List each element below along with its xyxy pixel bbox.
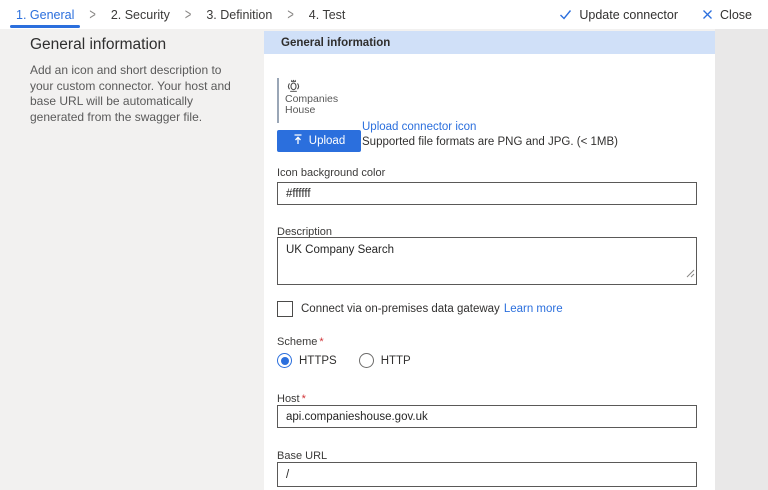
description-textarea[interactable]: UK Company Search [277,237,697,285]
right-gutter [715,29,768,490]
upload-connector-icon-link[interactable]: Upload connector icon [362,121,618,133]
description-field-wrap: UK Company Search [277,237,697,285]
required-asterisk: * [302,393,306,405]
radio-http-circle [359,353,374,368]
royal-crest-icon [285,78,302,93]
tab-definition[interactable]: 3. Definition [200,0,278,29]
base-url-input[interactable] [277,462,697,487]
scheme-radio-group: HTTPS HTTP [277,353,411,368]
icon-background-color-input[interactable] [277,182,697,205]
custom-connector-wizard: 1. General > 2. Security > 3. Definition… [0,0,768,490]
radio-http[interactable]: HTTP [359,353,411,368]
tab-general[interactable]: 1. General [10,0,80,29]
upload-info: Upload connector icon Supported file for… [362,121,618,148]
upload-button[interactable]: Upload [277,130,361,152]
tab-definition-label: 3. Definition [206,8,272,22]
wizard-actions: Update connector Close [559,0,752,29]
general-information-panel: General information Companies House [264,31,715,490]
wizard-step-bar: 1. General > 2. Security > 3. Definition… [0,0,768,29]
scheme-label: Scheme* [277,336,324,348]
close-label: Close [720,8,752,22]
upload-arrow-icon [293,134,303,148]
required-asterisk: * [319,336,323,348]
close-button[interactable]: Close [702,8,752,22]
radio-https-circle [277,353,292,368]
upload-button-label: Upload [309,135,345,147]
gateway-checkbox-row: Connect via on-premises data gateway Lea… [277,301,563,317]
logo-vertical-bar [277,78,279,123]
icon-background-color-label: Icon background color [277,167,385,179]
host-label: Host* [277,393,306,405]
gateway-checkbox-label: Connect via on-premises data gateway [301,303,500,315]
update-connector-button[interactable]: Update connector [559,8,678,22]
upload-format-hint: Supported file formats are PNG and JPG. … [362,136,618,148]
logo-name-line2: House [285,105,338,116]
step-description: Add an icon and short description to you… [30,63,244,125]
connector-icon-preview: Companies House [277,78,338,123]
wizard-steps: 1. General > 2. Security > 3. Definition… [10,0,360,29]
resize-handle-icon[interactable] [686,265,695,283]
update-connector-label: Update connector [579,8,678,22]
step-sidebar: General information Add an icon and shor… [30,36,244,125]
tab-test-label: 4. Test [309,8,346,22]
base-url-label: Base URL [277,450,327,462]
tab-security[interactable]: 2. Security [105,0,176,29]
learn-more-link[interactable]: Learn more [504,303,563,315]
radio-http-label: HTTP [381,355,411,367]
gateway-checkbox[interactable] [277,301,293,317]
companies-house-logo: Companies House [285,78,338,123]
tab-general-label: 1. General [16,8,74,22]
panel-header: General information [264,31,715,54]
tab-test[interactable]: 4. Test [303,0,352,29]
radio-https[interactable]: HTTPS [277,353,337,368]
tab-security-label: 2. Security [111,8,170,22]
host-input[interactable] [277,405,697,428]
radio-https-label: HTTPS [299,355,337,367]
checkmark-icon [559,9,572,20]
step-title: General information [30,36,244,54]
close-icon [702,9,713,20]
